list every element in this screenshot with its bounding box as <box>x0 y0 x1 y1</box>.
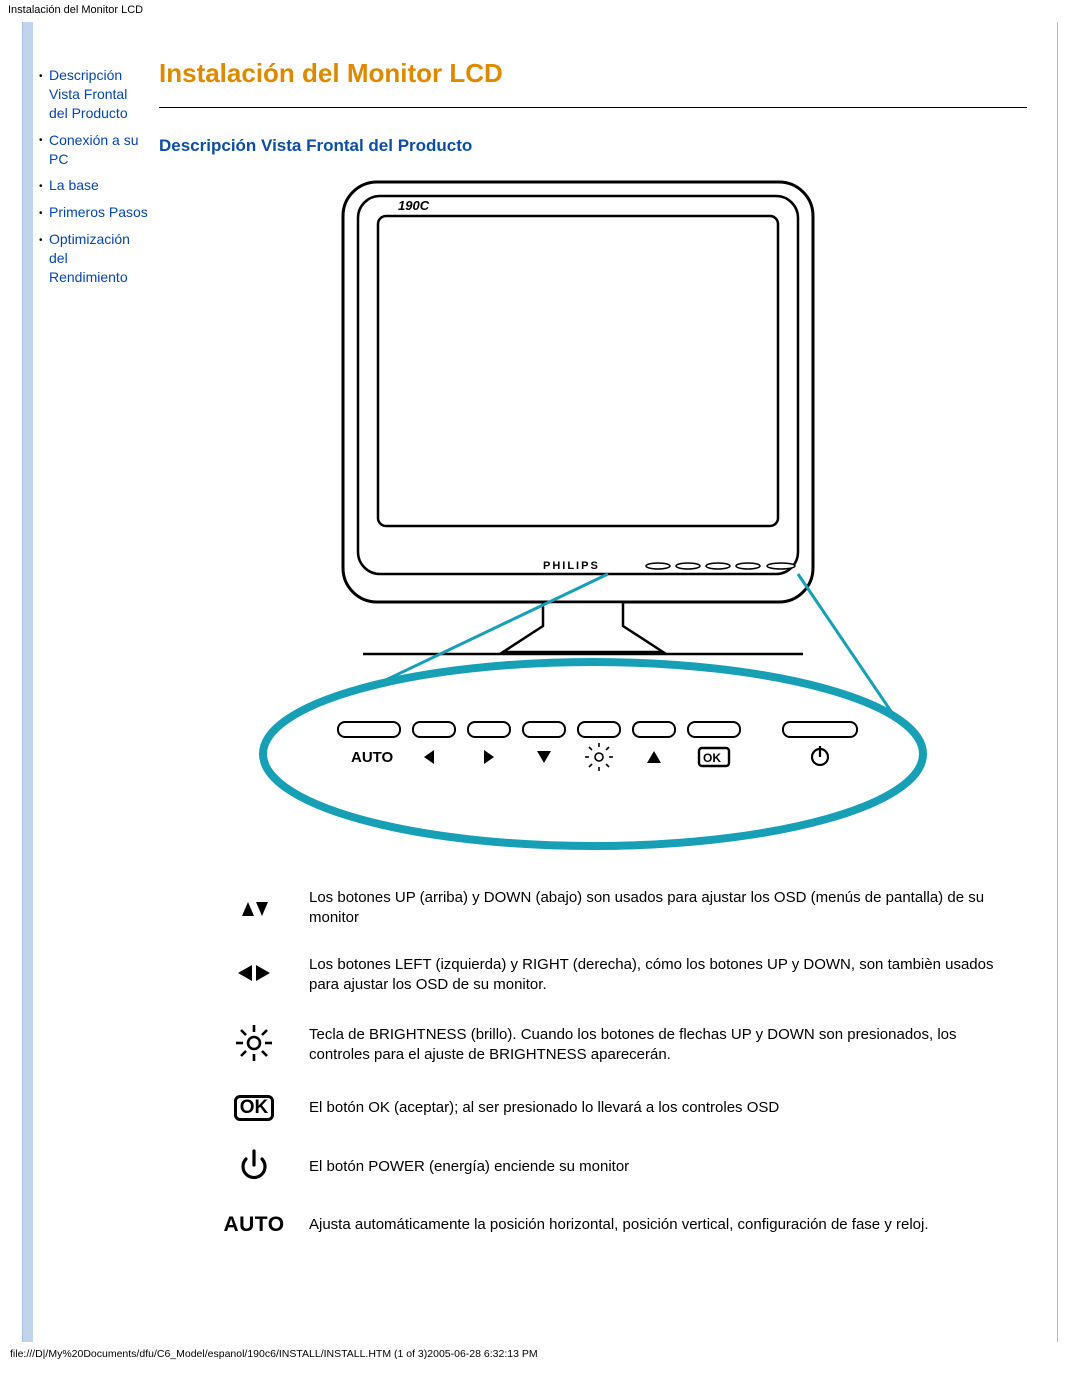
legend-row: OK El botón OK (aceptar); al ser presion… <box>219 1095 1007 1121</box>
legend-desc: El botón OK (aceptar); al ser presionado… <box>289 1098 1007 1118</box>
section-heading: Descripción Vista Frontal del Producto <box>159 136 1027 156</box>
legend-row: Tecla de BRIGHTNESS (brillo). Cuando los… <box>219 1021 1007 1069</box>
legend-row: Los botones LEFT (izquierda) y RIGHT (de… <box>219 955 1007 996</box>
main-content: Instalación del Monitor LCD Descripción … <box>149 42 1037 1263</box>
browser-header-path: Instalación del Monitor LCD <box>0 0 1080 22</box>
sidebar-link[interactable]: Optimización del Rendimiento <box>49 231 130 285</box>
sidebar-item[interactable]: Optimización del Rendimiento <box>39 230 149 287</box>
sidebar-item[interactable]: Primeros Pasos <box>39 203 149 222</box>
auto-button-label: AUTO <box>351 749 394 766</box>
page-outer-band: Descripción Vista Frontal del Producto C… <box>22 22 1058 1342</box>
left-right-icon <box>219 959 289 991</box>
monitor-svg: 190C PHILIPS <box>243 174 943 864</box>
legend-desc: Ajusta automáticamente la posición horiz… <box>289 1215 1007 1235</box>
sidebar-nav: Descripción Vista Frontal del Producto C… <box>33 42 149 1263</box>
legend-row: Los botones UP (arriba) y DOWN (abajo) s… <box>219 888 1007 929</box>
sidebar-link[interactable]: Primeros Pasos <box>49 204 148 220</box>
sidebar-link[interactable]: La base <box>49 177 99 193</box>
sidebar-item[interactable]: Conexión a su PC <box>39 131 149 169</box>
brightness-icon <box>219 1021 289 1069</box>
sidebar-item[interactable]: La base <box>39 176 149 195</box>
legend-row: El botón POWER (energía) enciende su mon… <box>219 1147 1007 1187</box>
monitor-illustration: 190C PHILIPS <box>243 174 943 864</box>
legend-desc: Tecla de BRIGHTNESS (brillo). Cuando los… <box>289 1025 1007 1066</box>
page-card: Descripción Vista Frontal del Producto C… <box>33 22 1057 1342</box>
page-title: Instalación del Monitor LCD <box>159 58 1027 89</box>
legend-desc: El botón POWER (energía) enciende su mon… <box>289 1157 1007 1177</box>
legend-row: AUTO Ajusta automáticamente la posición … <box>219 1213 1007 1237</box>
browser-footer-path: file:///D|/My%20Documents/dfu/C6_Model/e… <box>0 1342 1080 1364</box>
sidebar-link[interactable]: Descripción Vista Frontal del Producto <box>49 67 128 121</box>
monitor-model-label: 190C <box>398 198 430 213</box>
ok-icon: OK <box>699 748 729 766</box>
power-icon <box>219 1147 289 1187</box>
ok-icon: OK <box>219 1095 289 1121</box>
sidebar-item[interactable]: Descripción Vista Frontal del Producto <box>39 66 149 123</box>
up-down-icon <box>219 892 289 924</box>
sidebar-link[interactable]: Conexión a su PC <box>49 132 139 167</box>
legend-desc: Los botones LEFT (izquierda) y RIGHT (de… <box>289 955 1007 996</box>
monitor-brand-label: PHILIPS <box>543 560 600 572</box>
auto-icon: AUTO <box>219 1213 289 1237</box>
button-legend: Los botones UP (arriba) y DOWN (abajo) s… <box>219 888 1007 1237</box>
svg-text:OK: OK <box>703 751 721 765</box>
legend-desc: Los botones UP (arriba) y DOWN (abajo) s… <box>289 888 1007 929</box>
divider <box>159 107 1027 108</box>
